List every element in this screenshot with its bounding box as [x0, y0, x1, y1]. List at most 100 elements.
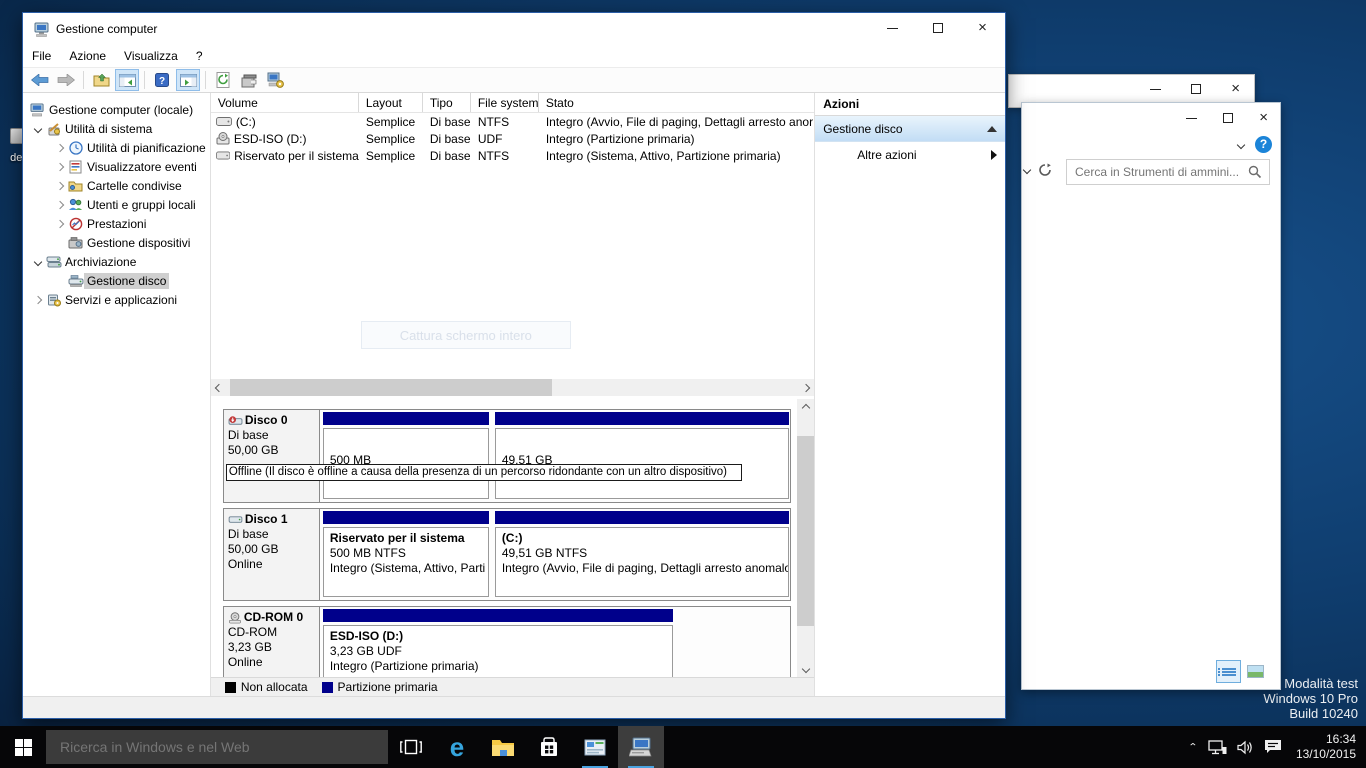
edge-icon: e — [450, 734, 464, 760]
store-button[interactable] — [526, 726, 572, 768]
show-action-pane-button[interactable] — [176, 69, 200, 91]
disk-settings-button[interactable] — [263, 69, 287, 91]
column-header-tipo[interactable]: Tipo — [423, 93, 471, 112]
close-button[interactable]: × — [960, 13, 1005, 43]
maximize-icon[interactable] — [1223, 113, 1233, 123]
menu-visualizza[interactable]: Visualizza — [115, 47, 187, 65]
explorer-search-input[interactable] — [1067, 165, 1248, 179]
disk1-partition-c[interactable]: (C:) 49,51 GB NTFS Integro (Avvio, File … — [494, 511, 790, 597]
maximize-icon[interactable] — [1191, 84, 1201, 94]
refresh-button[interactable] — [211, 69, 235, 91]
volume-row-c[interactable]: (C:) Semplice Di base NTFS Integro (Avvi… — [211, 113, 814, 130]
volume-row-system-reserved[interactable]: Riservato per il sistema Semplice Di bas… — [211, 147, 814, 164]
edge-button[interactable]: e — [434, 726, 480, 768]
tree-item-storage[interactable]: Archiviazione — [23, 252, 210, 271]
volume-row-d[interactable]: ESD-ISO (D:) Semplice Di base UDF Integr… — [211, 130, 814, 147]
actions-group-disk-management[interactable]: Gestione disco — [815, 116, 1005, 142]
notifications-icon[interactable] — [1264, 739, 1282, 755]
maximize-button[interactable] — [915, 13, 960, 43]
tree-item-performance[interactable]: Prestazioni — [23, 214, 210, 233]
task-view-button[interactable] — [388, 726, 434, 768]
cdrom0-label[interactable]: CD-ROM 0 CD-ROM 3,23 GB Online — [224, 607, 320, 677]
scrollbar-thumb[interactable] — [230, 379, 552, 396]
horizontal-scrollbar[interactable] — [211, 379, 814, 396]
computer-management-taskbar-button[interactable] — [618, 726, 664, 768]
file-explorer-button[interactable] — [480, 726, 526, 768]
menu-file[interactable]: File — [23, 47, 60, 65]
back-button[interactable] — [28, 69, 52, 91]
column-header-stato[interactable]: Stato — [539, 93, 814, 112]
event-viewer-icon — [67, 160, 84, 174]
expand-icon[interactable] — [56, 162, 64, 170]
scroll-up-icon[interactable] — [797, 399, 814, 416]
column-header-volume[interactable]: Volume — [211, 93, 359, 112]
scroll-left-icon[interactable] — [211, 379, 228, 396]
help-icon[interactable]: ? — [1255, 136, 1272, 153]
vertical-scrollbar[interactable] — [797, 399, 814, 677]
menu-azione[interactable]: Azione — [60, 47, 115, 65]
titlebar[interactable]: Gestione computer × — [23, 13, 1005, 45]
column-header-layout[interactable]: Layout — [359, 93, 423, 112]
start-button[interactable] — [0, 726, 46, 768]
forward-button[interactable] — [54, 69, 78, 91]
disk1-partition-system-reserved[interactable]: Riservato per il sistema 500 MB NTFS Int… — [322, 511, 490, 597]
details-view-button[interactable] — [1216, 660, 1241, 683]
tray-expand-icon[interactable]: ⌃ — [1188, 741, 1198, 752]
menu-help[interactable]: ? — [187, 47, 212, 65]
close-icon[interactable]: × — [1259, 113, 1268, 123]
tree-item-event-viewer[interactable]: Visualizzatore eventi — [23, 157, 210, 176]
explorer-search-box[interactable] — [1066, 159, 1270, 185]
disk0-label[interactable]: Disco 0 Di base 50,00 GB — [224, 410, 320, 502]
minimize-icon[interactable] — [1186, 118, 1197, 119]
help-button[interactable]: ? — [150, 69, 174, 91]
taskbar-clock[interactable]: 16:34 13/10/2015 — [1292, 732, 1356, 762]
minimize-icon[interactable] — [1150, 89, 1161, 90]
tree-item-shared-folders[interactable]: Cartelle condivise — [23, 176, 210, 195]
close-icon[interactable]: × — [1231, 84, 1240, 94]
cdrom0-partition[interactable]: ESD-ISO (D:) 3,23 GB UDF Integro (Partiz… — [322, 609, 674, 677]
tree-item-disk-management[interactable]: Gestione disco — [23, 271, 210, 290]
volume-icon[interactable] — [1237, 740, 1254, 755]
refresh-icon[interactable] — [1038, 163, 1052, 177]
tree-item-local-users-groups[interactable]: Utenti e gruppi locali — [23, 195, 210, 214]
collapse-icon[interactable] — [34, 124, 42, 132]
taskbar-search-input[interactable] — [46, 739, 388, 755]
tree-item-services-applications[interactable]: Servizi e applicazioni — [23, 290, 210, 309]
minimize-button[interactable] — [870, 13, 915, 43]
expand-icon[interactable] — [56, 200, 64, 208]
disk0-partition1[interactable]: 500 MB — [322, 412, 490, 499]
cdrom0-row[interactable]: CD-ROM 0 CD-ROM 3,23 GB Online ESD-ISO (… — [223, 606, 791, 677]
tree-item-system-utilities[interactable]: Utilità di sistema — [23, 119, 210, 138]
network-icon[interactable] — [1208, 740, 1227, 755]
tree-item-task-scheduler[interactable]: Utilità di pianificazione — [23, 138, 210, 157]
thumbnails-view-button[interactable] — [1243, 660, 1268, 683]
collapse-group-icon[interactable] — [987, 126, 997, 132]
scrollbar-thumb[interactable] — [797, 436, 814, 626]
more-actions-item[interactable]: Altre azioni — [815, 142, 1005, 168]
tree-item-root[interactable]: Gestione computer (locale) — [23, 100, 210, 119]
show-console-tree-button[interactable] — [115, 69, 139, 91]
disk0-partition2[interactable]: 49,51 GB — [494, 412, 790, 499]
expand-icon[interactable] — [34, 295, 42, 303]
taskbar-search-box[interactable] — [46, 730, 388, 764]
disk1-row[interactable]: Disco 1 Di base 50,00 GB Online Riservat… — [223, 508, 791, 601]
scroll-down-icon[interactable] — [797, 660, 814, 677]
ribbon-chevron-icon[interactable] — [1237, 141, 1245, 149]
collapse-icon[interactable] — [34, 257, 42, 265]
disk1-label[interactable]: Disco 1 Di base 50,00 GB Online — [224, 509, 320, 600]
expand-icon[interactable] — [56, 143, 64, 151]
computer-management-icon — [629, 737, 653, 758]
scroll-right-icon[interactable] — [797, 379, 814, 396]
disk0-row[interactable]: Disco 0 Di base 50,00 GB 500 MB 49,51 GB — [223, 409, 791, 503]
expand-icon[interactable] — [56, 181, 64, 189]
tree-item-device-manager[interactable]: Gestione dispositivi — [23, 233, 210, 252]
export-list-button[interactable] — [237, 69, 261, 91]
up-level-button[interactable] — [89, 69, 113, 91]
actions-header: Azioni — [815, 93, 1005, 116]
explorer-window[interactable]: × ? — [1021, 102, 1281, 690]
running-app-button[interactable] — [572, 726, 618, 768]
expand-icon[interactable] — [56, 219, 64, 227]
address-dropdown-icon[interactable] — [1023, 166, 1031, 174]
search-icon[interactable] — [1248, 165, 1262, 179]
column-header-filesystem[interactable]: File system — [471, 93, 539, 112]
